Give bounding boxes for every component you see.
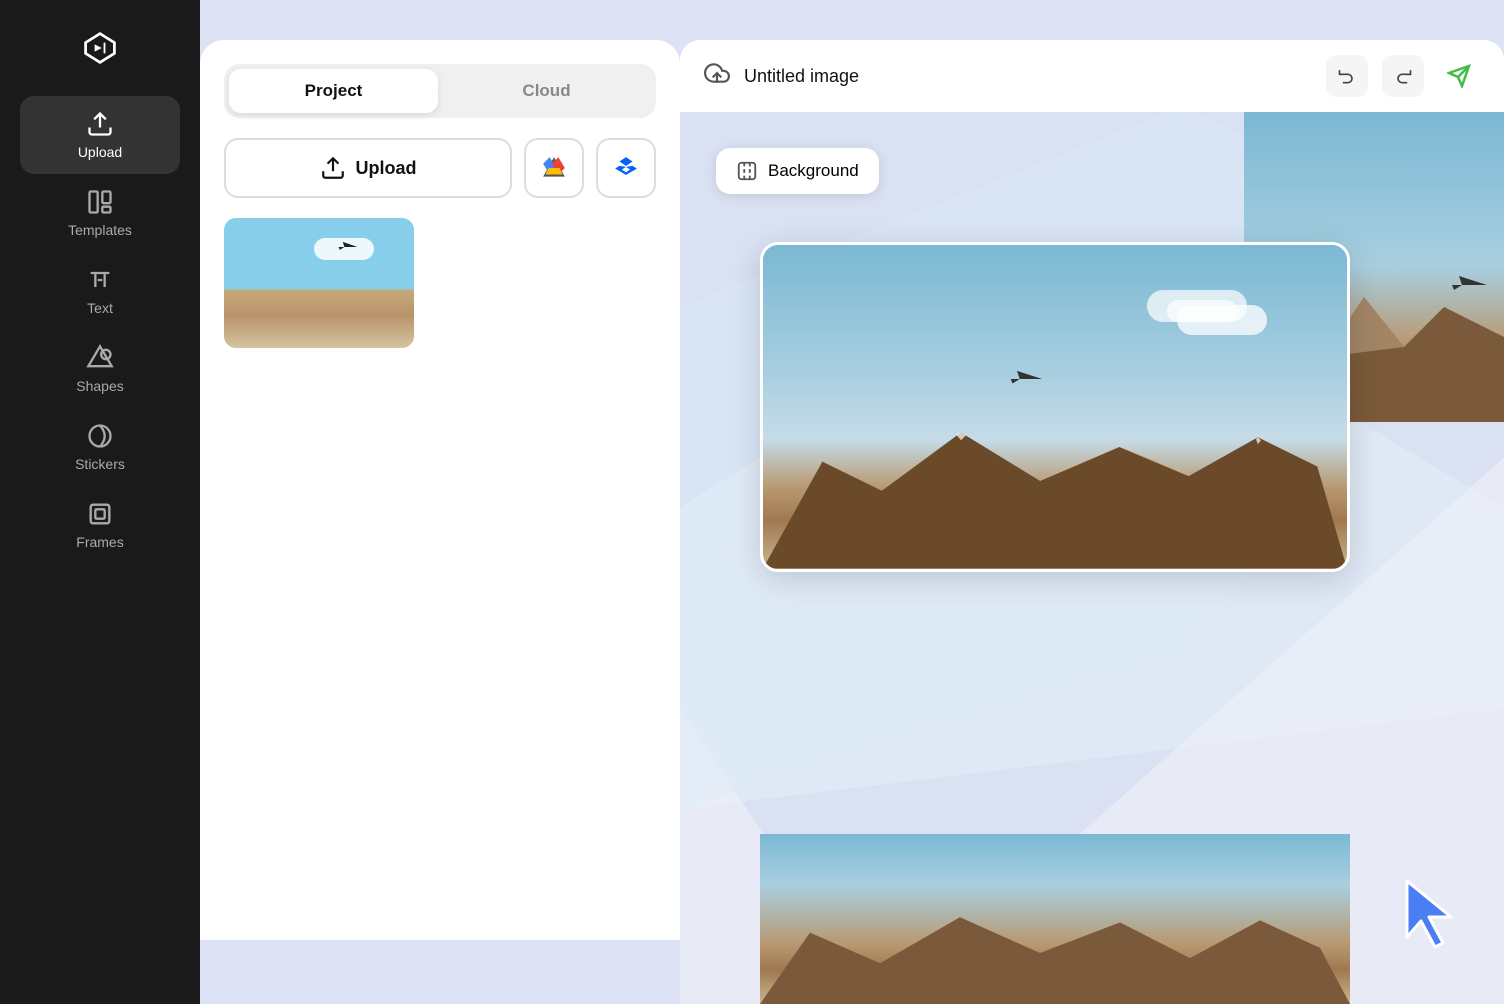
sidebar-item-text[interactable]: Text: [20, 252, 180, 330]
mountain-main: [763, 413, 1347, 569]
sidebar-item-stickers-label: Stickers: [75, 456, 125, 472]
sky-scene-bottom: [760, 834, 1350, 1004]
sidebar-item-frames[interactable]: Frames: [20, 486, 180, 564]
tab-cloud[interactable]: Cloud: [442, 69, 651, 113]
templates-icon: [86, 188, 114, 216]
redo-icon: [1393, 66, 1413, 86]
google-drive-icon: [541, 155, 567, 181]
upload-button-label: Upload: [356, 158, 417, 179]
sidebar-item-stickers[interactable]: Stickers: [20, 408, 180, 486]
logo-icon: [82, 30, 118, 66]
shapes-icon: [86, 344, 114, 372]
panel: Project Cloud Upload: [200, 40, 680, 940]
tab-project[interactable]: Project: [229, 69, 438, 113]
google-drive-button[interactable]: [524, 138, 584, 198]
canvas-main-image[interactable]: [760, 242, 1350, 572]
export-icon: [1447, 64, 1471, 88]
mountain-bottom: [760, 902, 1350, 1004]
sidebar-item-upload-label: Upload: [78, 144, 122, 160]
sidebar: Upload Templates Text Shapes Stickers: [0, 0, 200, 1004]
stickers-icon: [86, 422, 114, 450]
sidebar-item-frames-label: Frames: [76, 534, 123, 550]
sidebar-item-upload[interactable]: Upload: [20, 96, 180, 174]
dropbox-button[interactable]: [596, 138, 656, 198]
thumbnail-item[interactable]: [224, 218, 414, 348]
app-logo: [72, 20, 128, 76]
cloud-main-3: [1167, 300, 1237, 322]
plane-main-icon: [1008, 368, 1044, 390]
canvas-bottom-image: [760, 834, 1350, 1004]
undo-button[interactable]: [1326, 55, 1368, 97]
export-button[interactable]: [1438, 55, 1480, 97]
sidebar-item-text-label: Text: [87, 300, 113, 316]
sky-scene-main: [763, 245, 1347, 569]
cloud-icon: [704, 60, 730, 86]
sidebar-item-templates[interactable]: Templates: [20, 174, 180, 252]
upload-icon: [86, 110, 114, 138]
canvas-area[interactable]: Background: [680, 112, 1504, 1004]
undo-icon: [1337, 66, 1357, 86]
sidebar-item-templates-label: Templates: [68, 222, 132, 238]
sidebar-item-shapes[interactable]: Shapes: [20, 330, 180, 408]
upload-row: Upload: [224, 138, 656, 198]
upload-button[interactable]: Upload: [224, 138, 512, 198]
document-title[interactable]: Untitled image: [744, 66, 1312, 87]
thumbnail-grid: [224, 218, 656, 348]
tab-bar: Project Cloud: [224, 64, 656, 118]
header-bar: Untitled image: [680, 40, 1504, 112]
background-button[interactable]: Background: [716, 148, 879, 194]
upload-btn-icon: [320, 155, 346, 181]
redo-button[interactable]: [1382, 55, 1424, 97]
cursor-icon: [1399, 879, 1459, 949]
background-button-label: Background: [768, 161, 859, 181]
plane-right-icon: [1449, 273, 1489, 297]
text-icon: [86, 266, 114, 294]
cloud-upload-icon: [704, 60, 730, 92]
plane-thumbnail-icon: [337, 240, 359, 254]
dropbox-icon: [613, 155, 639, 181]
thumbnail-image: [224, 218, 414, 348]
background-icon: [736, 160, 758, 182]
frames-icon: [86, 500, 114, 528]
sidebar-item-shapes-label: Shapes: [76, 378, 123, 394]
